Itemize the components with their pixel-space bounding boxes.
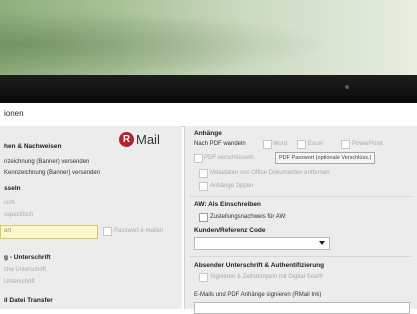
client-code-dropdown[interactable] <box>194 237 330 250</box>
section-tracking-title: hen & Nachweisen <box>4 143 62 150</box>
option-encrypt-specific[interactable]: sspezifisch <box>4 212 33 218</box>
option-banner-send-2[interactable]: Kennzeichnung (Banner) versenden <box>4 170 100 176</box>
delivery-proof-checkbox[interactable] <box>199 213 208 222</box>
chevron-down-icon <box>319 241 325 245</box>
digital-seal-checkbox[interactable] <box>199 273 208 282</box>
zip-attachments-checkbox[interactable] <box>199 182 208 191</box>
remove-metadata-label: Metadaten von Office Dokumenten entferne… <box>210 170 330 176</box>
rmail-logo-text: Mail <box>136 132 160 147</box>
convert-pdf-label: Nach PDF wandeln <box>194 141 246 147</box>
powerpoint-checkbox[interactable] <box>341 140 350 149</box>
password-field-value: ort <box>4 228 12 234</box>
word-label: Word <box>273 141 288 147</box>
dialog-title: ionen <box>4 109 24 118</box>
esign-field[interactable] <box>194 302 410 314</box>
password-field[interactable]: ort <box>0 225 98 239</box>
registered-title: AW: Als Einschreiben <box>194 201 261 208</box>
word-checkbox[interactable] <box>263 140 272 149</box>
option-banner-send-1[interactable]: nzeichnung (Banner) versenden <box>4 159 89 165</box>
option-electronic-signature[interactable]: che Unterschrift <box>4 267 46 273</box>
email-password-checkbox[interactable] <box>103 227 112 236</box>
esign-label: E-Mails und PDF Anhänge signieren (RMail… <box>194 292 322 298</box>
pdf-encrypt-checkbox[interactable] <box>194 154 203 163</box>
zip-attachments-label: Anhänge zippen <box>210 183 254 189</box>
digital-seal-label: Signieren & Zeitstempeln mit Digital Sea… <box>210 274 324 280</box>
excel-checkbox[interactable] <box>297 140 306 149</box>
sender-signature-title: Absender Unterschrift & Authentifizierun… <box>194 262 325 269</box>
section-signature-title: g - Unterschrift <box>4 254 51 261</box>
pdf-encrypt-label: PDF verschlüsseln <box>204 155 255 161</box>
separator <box>190 196 412 197</box>
dark-title-bar <box>0 75 417 103</box>
powerpoint-label: PowerPoint <box>352 141 383 147</box>
option-encrypt-auto[interactable]: isch <box>4 200 15 206</box>
option-signature[interactable]: Unterschrift <box>4 279 35 285</box>
status-dot <box>345 85 349 89</box>
email-password-label: Passwort e-mailen <box>114 228 164 234</box>
remove-metadata-checkbox[interactable] <box>199 169 208 178</box>
section-file-transfer-title: il Datei Transfer <box>4 297 53 304</box>
attachments-title: Anhänge <box>194 130 222 137</box>
header-banner-image <box>0 0 417 75</box>
pdf-password-button[interactable]: PDF Passwort (optionale Verschlüss.) <box>275 152 376 164</box>
delivery-proof-label: Zustellungsnachweis für AW: <box>210 214 287 220</box>
client-code-title: Kunden/Referenz Code <box>194 227 266 234</box>
separator <box>190 256 412 257</box>
rmail-r-icon: R <box>119 132 134 147</box>
excel-label: Excel <box>308 141 323 147</box>
section-encryption-title: sseln <box>4 185 21 192</box>
dialog-title-bar: ionen <box>0 103 417 127</box>
